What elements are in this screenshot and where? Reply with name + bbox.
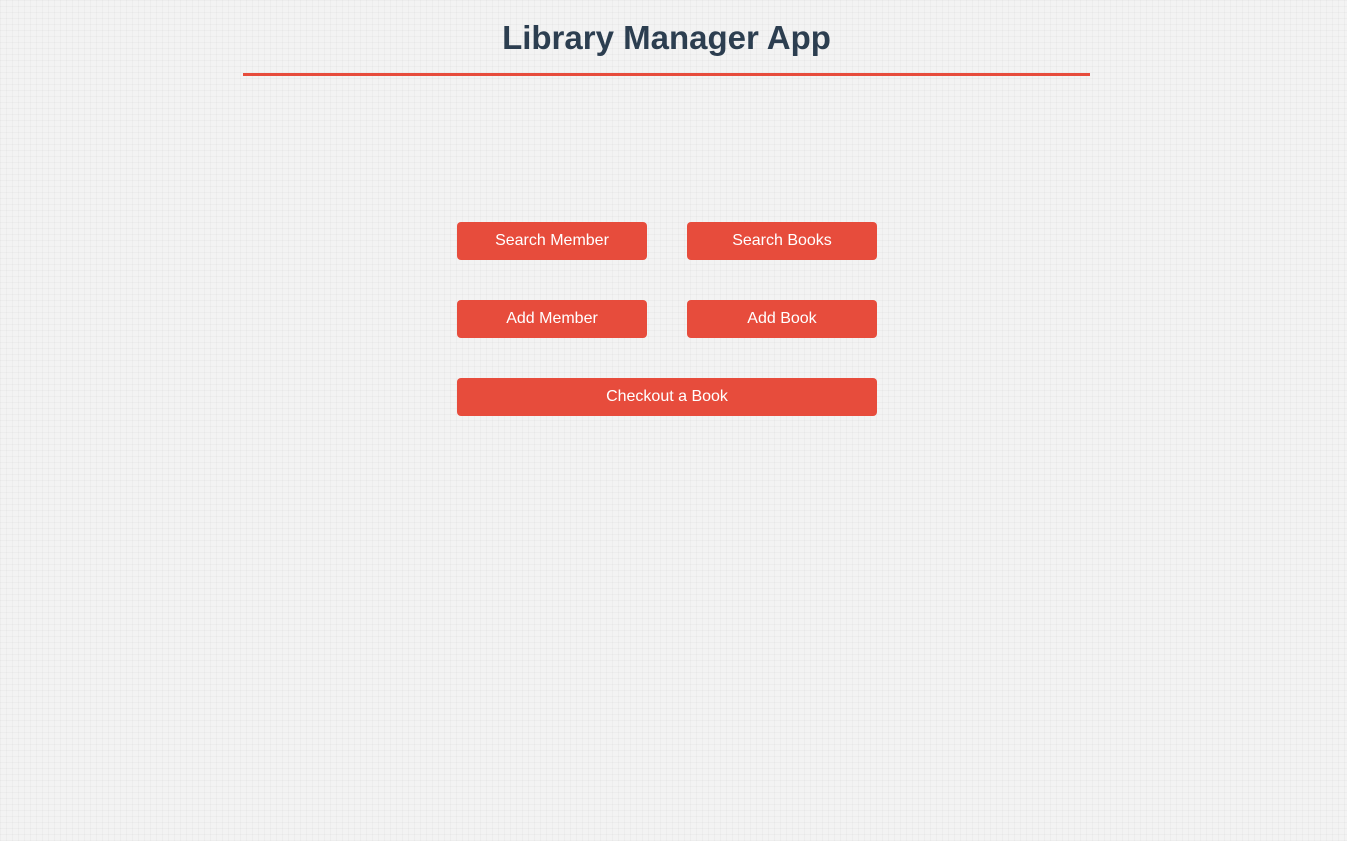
page-header: Library Manager App — [243, 0, 1090, 76]
add-member-button[interactable]: Add Member — [457, 300, 647, 338]
add-book-button[interactable]: Add Book — [687, 300, 877, 338]
page-title: Library Manager App — [502, 19, 831, 56]
search-member-button[interactable]: Search Member — [457, 222, 647, 260]
checkout-book-button[interactable]: Checkout a Book — [457, 378, 877, 416]
search-books-button[interactable]: Search Books — [687, 222, 877, 260]
